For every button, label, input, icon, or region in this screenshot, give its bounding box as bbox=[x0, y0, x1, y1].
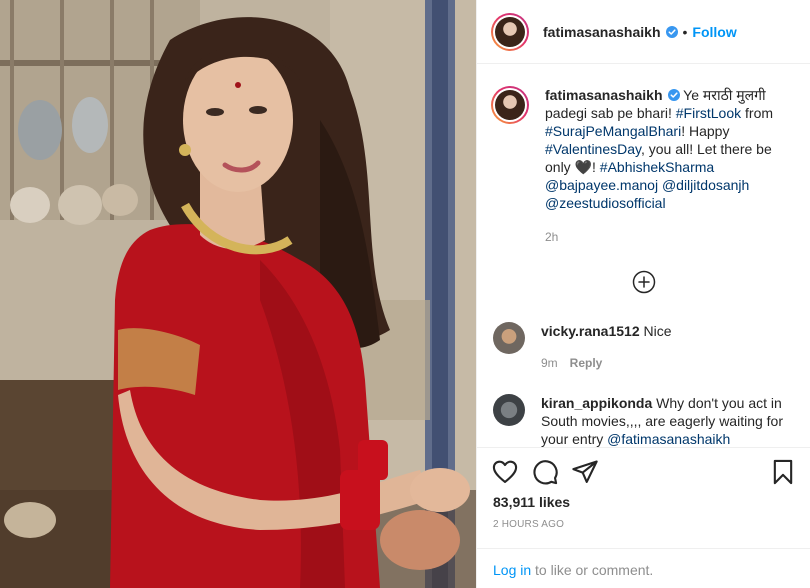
hashtag-link[interactable]: #FirstLook bbox=[676, 105, 741, 121]
caption-timestamp[interactable]: 2h bbox=[545, 228, 800, 246]
comment-icon[interactable] bbox=[531, 458, 559, 486]
post-photo[interactable] bbox=[0, 0, 476, 588]
commenter-avatar[interactable] bbox=[493, 322, 525, 354]
reply-button[interactable]: Reply bbox=[570, 356, 603, 370]
comments-section: fatimasanashaikh Ye मराठी मुलगी padegi s… bbox=[477, 64, 810, 447]
comment-item: vicky.rana1512 Nice 9m Reply bbox=[493, 322, 803, 372]
share-icon[interactable] bbox=[571, 458, 599, 486]
heart-icon[interactable] bbox=[491, 458, 519, 486]
caption-text: from bbox=[741, 105, 774, 121]
verified-badge-icon bbox=[665, 25, 678, 38]
post-side-panel: fatimasanashaikh • Follow fatimasanashai… bbox=[476, 0, 810, 588]
post-header: fatimasanashaikh • Follow bbox=[477, 0, 810, 64]
header-separator: • bbox=[682, 23, 688, 40]
commenter-username[interactable]: vicky.rana1512 bbox=[541, 323, 640, 339]
instagram-post: fatimasanashaikh • Follow fatimasanashai… bbox=[0, 0, 810, 588]
hashtag-link[interactable]: #AbhishekSharma bbox=[600, 159, 714, 175]
commenter-avatar[interactable] bbox=[493, 394, 525, 426]
photo-illustration bbox=[0, 0, 476, 588]
login-link[interactable]: Log in bbox=[493, 562, 531, 578]
mention-link[interactable]: @bajpayee.manoj bbox=[545, 177, 658, 193]
comment-body: kiran_appikonda Why don't you act in Sou… bbox=[541, 394, 796, 447]
mention-link[interactable]: @diljitdosanjh bbox=[662, 177, 749, 193]
caption-verified-badge-icon bbox=[667, 89, 680, 101]
comment-body: vicky.rana1512 Nice 9m Reply bbox=[541, 322, 796, 372]
comment-item: kiran_appikonda Why don't you act in Sou… bbox=[493, 394, 803, 447]
login-text: to like or comment. bbox=[531, 562, 654, 578]
likes-count[interactable]: 83,911 likes bbox=[493, 494, 570, 510]
follow-button[interactable]: Follow bbox=[692, 24, 736, 40]
caption-avatar[interactable] bbox=[491, 86, 529, 124]
caption-avatar-image bbox=[495, 90, 525, 120]
hashtag-link[interactable]: #SurajPeMangalBhari bbox=[545, 123, 681, 139]
mention-link[interactable]: @zeestudiosofficial bbox=[545, 195, 666, 211]
caption-username[interactable]: fatimasanashaikh bbox=[545, 87, 663, 103]
hashtag-link[interactable]: #ValentinesDay bbox=[545, 141, 641, 157]
caption-text: ! Happy bbox=[681, 123, 730, 139]
post-timestamp[interactable]: 2 HOURS AGO bbox=[493, 519, 564, 530]
action-icons bbox=[491, 458, 797, 488]
author-avatar[interactable] bbox=[491, 12, 529, 51]
load-more-comments-icon[interactable] bbox=[632, 270, 656, 294]
post-caption: fatimasanashaikh Ye मराठी मुलगी padegi s… bbox=[491, 86, 801, 246]
bookmark-icon[interactable] bbox=[769, 458, 797, 486]
caption-body: fatimasanashaikh Ye मराठी मुलगी padegi s… bbox=[545, 86, 800, 246]
comment-text: Nice bbox=[643, 323, 672, 339]
avatar-image bbox=[495, 16, 525, 47]
commenter-username[interactable]: kiran_appikonda bbox=[541, 395, 652, 411]
author-username[interactable]: fatimasanashaikh bbox=[543, 24, 661, 40]
mention-link[interactable]: @fatimasanashaikh bbox=[607, 431, 730, 447]
comment-meta: 9m Reply bbox=[541, 354, 796, 372]
login-prompt: Log in to like or comment. bbox=[477, 548, 810, 588]
action-bar: 83,911 likes 2 HOURS AGO bbox=[477, 447, 810, 557]
comment-timestamp[interactable]: 9m bbox=[541, 356, 558, 370]
